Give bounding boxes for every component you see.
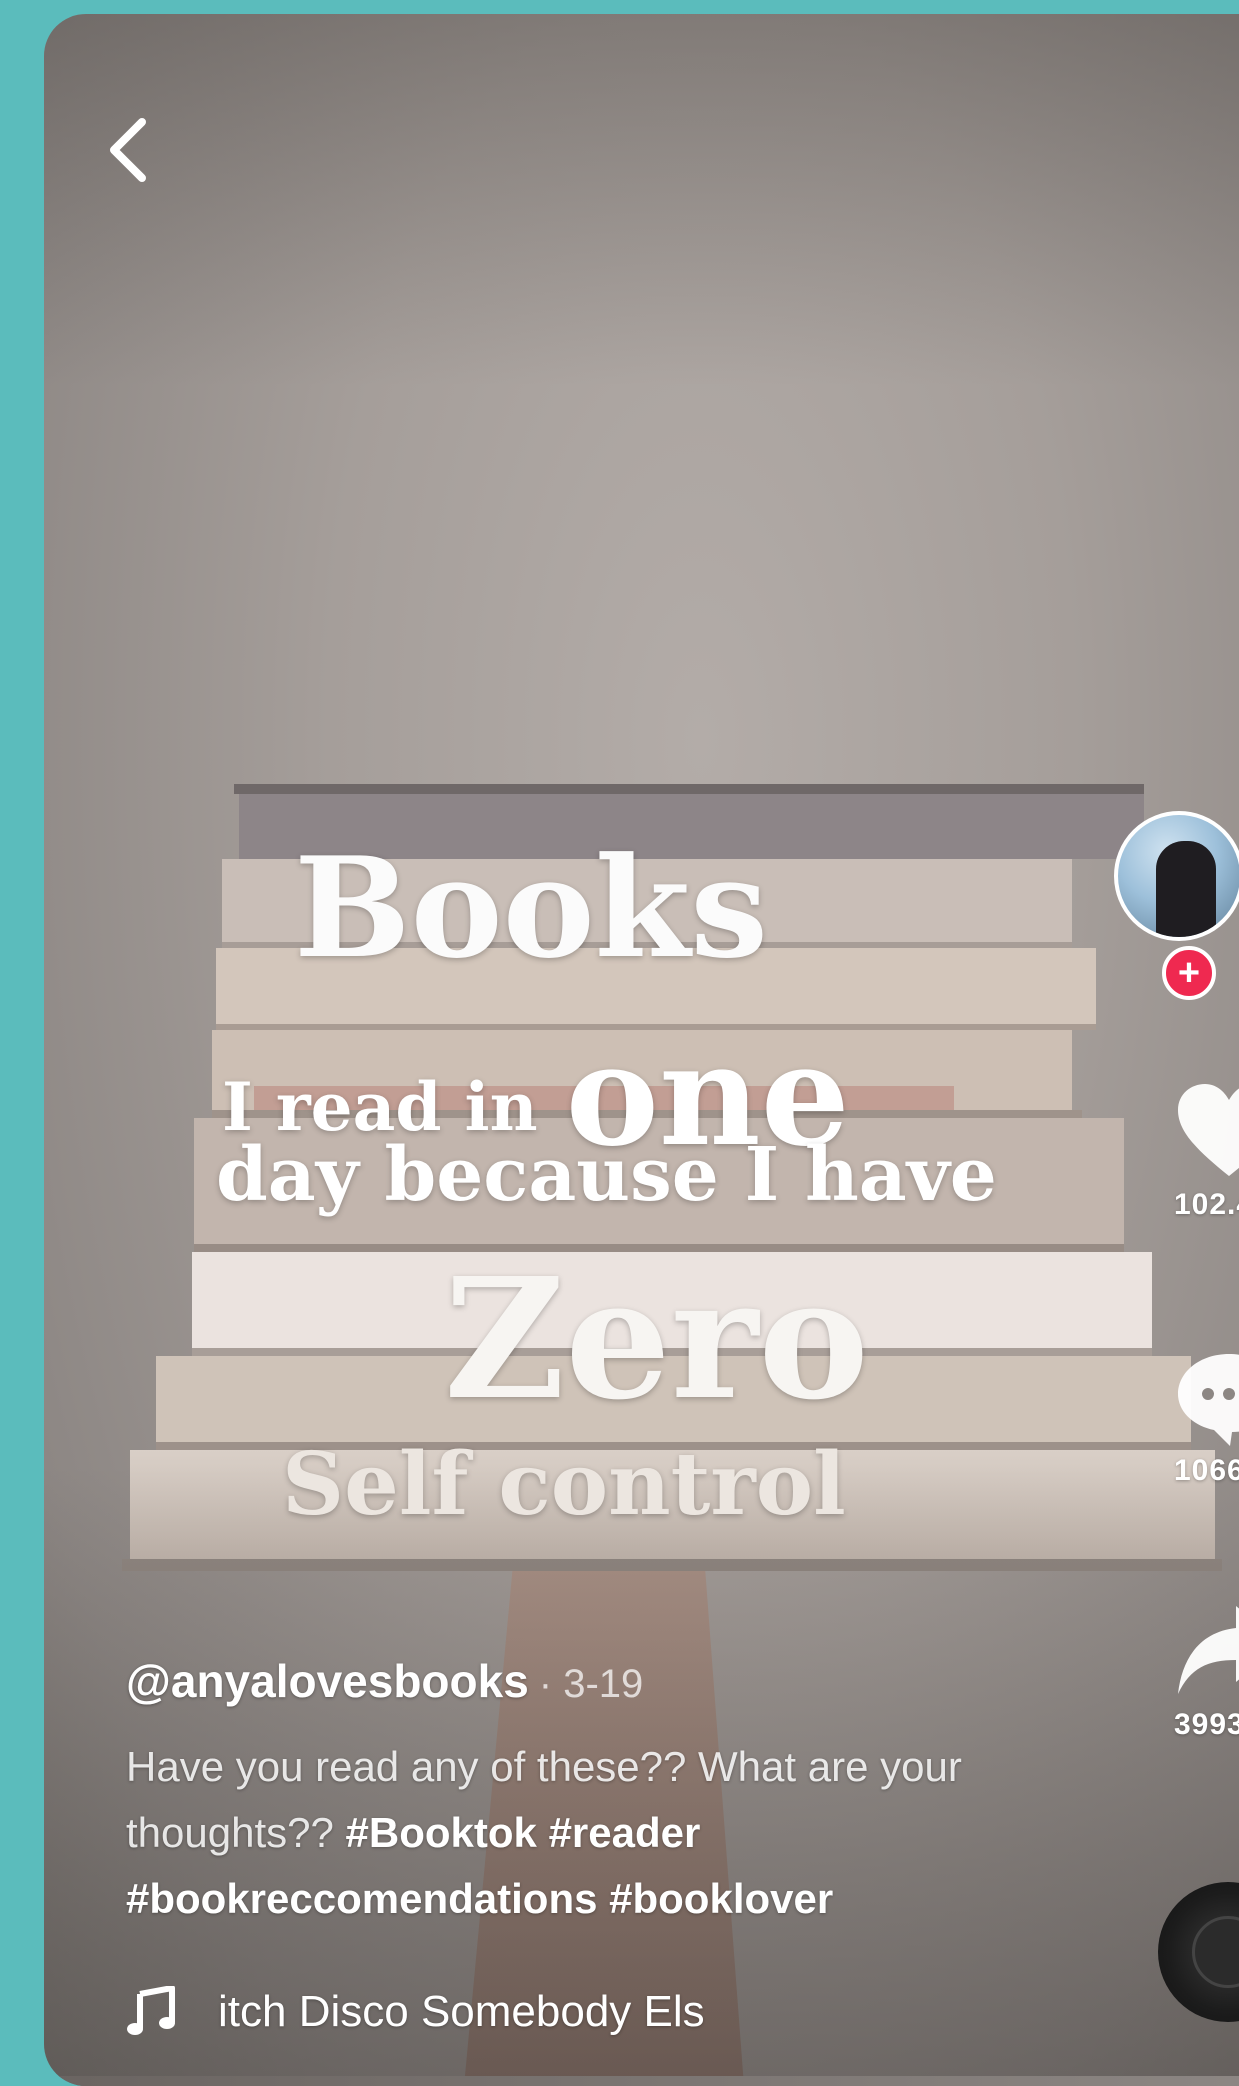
hashtag-reader[interactable]: #reader (549, 1809, 701, 1856)
overlay-text-line-5: Self control (282, 1434, 846, 1535)
comment-count: 1066 (1174, 1454, 1239, 1487)
video-player[interactable]: Books I read in one day because I have Ze… (44, 14, 1239, 2086)
post-date: · 3-19 (538, 1662, 644, 1706)
video-progress-bar[interactable] (44, 2076, 1239, 2086)
avatar-person-image (1156, 841, 1216, 937)
comment-bubble-icon[interactable] (1174, 1348, 1239, 1448)
post-caption: @anyalovesbooks · 3-19 Have you read any … (126, 1654, 1026, 1932)
sound-title: itch Disco Somebody Els (218, 1987, 705, 2036)
overlay-text-line-3: day because I have (216, 1132, 997, 1218)
description-text: Have you read any of these?? What are yo… (126, 1743, 962, 1856)
overlay-text-line-4: Zero (444, 1242, 869, 1437)
share-count: 3993 (1174, 1708, 1239, 1741)
sound-disc-cover (1192, 1916, 1239, 1988)
hashtag-booktok[interactable]: #Booktok (346, 1809, 537, 1856)
comment-action[interactable]: 1066 (1174, 1348, 1239, 1488)
post-description: Have you read any of these?? What are yo… (126, 1734, 1026, 1932)
sound-row[interactable]: itch Disco Somebody Els (126, 1982, 826, 2042)
plus-icon: + (1177, 952, 1201, 994)
music-note-icon (127, 1986, 175, 2035)
hashtag-bookreccomendations[interactable]: #bookreccomendations (126, 1875, 597, 1922)
creator-avatar-button[interactable] (1114, 811, 1239, 941)
author-username[interactable]: @anyalovesbooks (126, 1655, 529, 1707)
back-button[interactable] (92, 114, 164, 186)
like-action[interactable]: 102.4K (1174, 1082, 1239, 1222)
follow-button[interactable]: + (1162, 946, 1216, 1000)
chevron-left-icon (110, 118, 146, 182)
author-row: @anyalovesbooks · 3-19 (126, 1654, 1026, 1708)
overlay-text-line-1: Books (294, 826, 769, 989)
like-count: 102.4K (1174, 1188, 1239, 1221)
share-arrow-icon[interactable] (1174, 1602, 1239, 1702)
heart-icon[interactable] (1174, 1082, 1239, 1182)
share-action[interactable]: 3993 (1174, 1602, 1239, 1742)
hashtag-booklover[interactable]: #booklover (609, 1875, 833, 1922)
avatar (1114, 811, 1239, 941)
